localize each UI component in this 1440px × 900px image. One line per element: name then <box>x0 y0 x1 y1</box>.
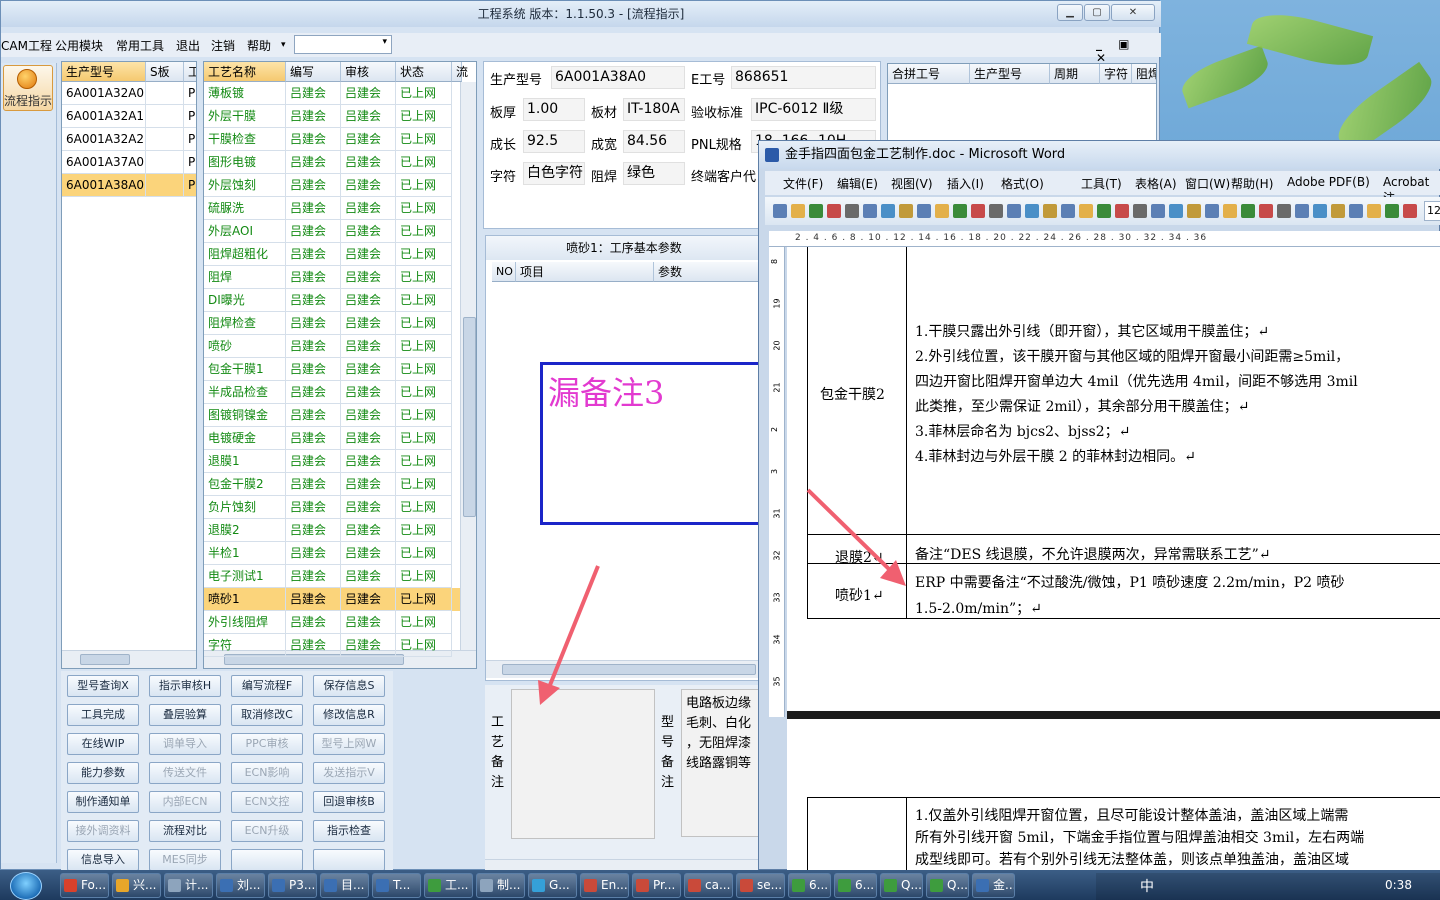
taskbar-label: Q... <box>947 878 968 892</box>
taskbar-button[interactable]: Q... <box>926 873 969 898</box>
taskbar-label: 6... <box>809 878 829 892</box>
taskbar-label: 兴... <box>133 878 157 892</box>
taskbar-label: G... <box>549 878 570 892</box>
taskbar-button[interactable]: 工... <box>424 873 473 898</box>
taskbar-label: 刘... <box>237 878 261 892</box>
app-icon <box>884 879 897 892</box>
taskbar-label: 金... <box>993 878 1015 892</box>
app-icon <box>584 879 597 892</box>
app-icon <box>740 879 753 892</box>
taskbar-button[interactable]: 6... <box>834 873 877 898</box>
clock[interactable]: 0:38 <box>1385 878 1412 892</box>
taskbar-button[interactable]: 6... <box>788 873 831 898</box>
app-icon <box>376 879 389 892</box>
taskbar-label: En... <box>601 878 628 892</box>
app-icon <box>976 879 989 892</box>
taskbar-label: 计... <box>185 878 209 892</box>
arrow-line <box>806 488 894 574</box>
taskbar-button[interactable]: ca... <box>684 873 733 898</box>
taskbar-label: T... <box>393 878 411 892</box>
taskbar-button[interactable]: 刘... <box>216 873 265 898</box>
taskbar-button[interactable]: se... <box>736 873 785 898</box>
taskbar-label: 6... <box>855 878 875 892</box>
taskbar-button[interactable]: 制... <box>476 873 525 898</box>
taskbar-label: ca... <box>705 878 731 892</box>
taskbar-button[interactable]: T... <box>372 873 421 898</box>
taskbar-button[interactable]: Fo... <box>60 873 109 898</box>
taskbar-button[interactable]: G... <box>528 873 577 898</box>
taskbar-button[interactable]: 目... <box>320 873 369 898</box>
taskbar-button[interactable]: Pr... <box>632 873 681 898</box>
taskbar-button[interactable]: Q... <box>880 873 923 898</box>
app-icon <box>480 879 493 892</box>
taskbar-button[interactable]: 兴... <box>112 873 161 898</box>
taskbar-label: Fo... <box>81 878 107 892</box>
taskbar-label: Q... <box>901 878 922 892</box>
taskbar-label: 制... <box>497 878 521 892</box>
app-icon <box>688 879 701 892</box>
app-icon <box>428 879 441 892</box>
app-icon <box>636 879 649 892</box>
ime-indicator[interactable]: 中 <box>1140 876 1154 896</box>
taskbar-button[interactable]: 计... <box>164 873 213 898</box>
app-icon <box>532 879 545 892</box>
app-icon <box>272 879 285 892</box>
taskbar-button[interactable]: P3... <box>268 873 317 898</box>
taskbar-label: 工... <box>445 878 469 892</box>
app-icon <box>838 879 851 892</box>
taskbar-label: P3... <box>289 878 316 892</box>
taskbar-button[interactable]: En... <box>580 873 629 898</box>
taskbar-label: 目... <box>341 878 365 892</box>
app-icon <box>324 879 337 892</box>
app-icon <box>116 879 129 892</box>
app-icon <box>168 879 181 892</box>
taskbar-button[interactable]: 金... <box>972 873 1015 898</box>
app-icon <box>220 879 233 892</box>
arrow-line <box>546 565 600 691</box>
taskbar-label: se... <box>757 878 783 892</box>
app-icon <box>792 879 805 892</box>
start-button[interactable] <box>10 872 42 900</box>
app-icon <box>930 879 943 892</box>
taskbar-label: Pr... <box>653 878 676 892</box>
annotation-arrows <box>538 488 906 705</box>
app-icon <box>64 879 77 892</box>
